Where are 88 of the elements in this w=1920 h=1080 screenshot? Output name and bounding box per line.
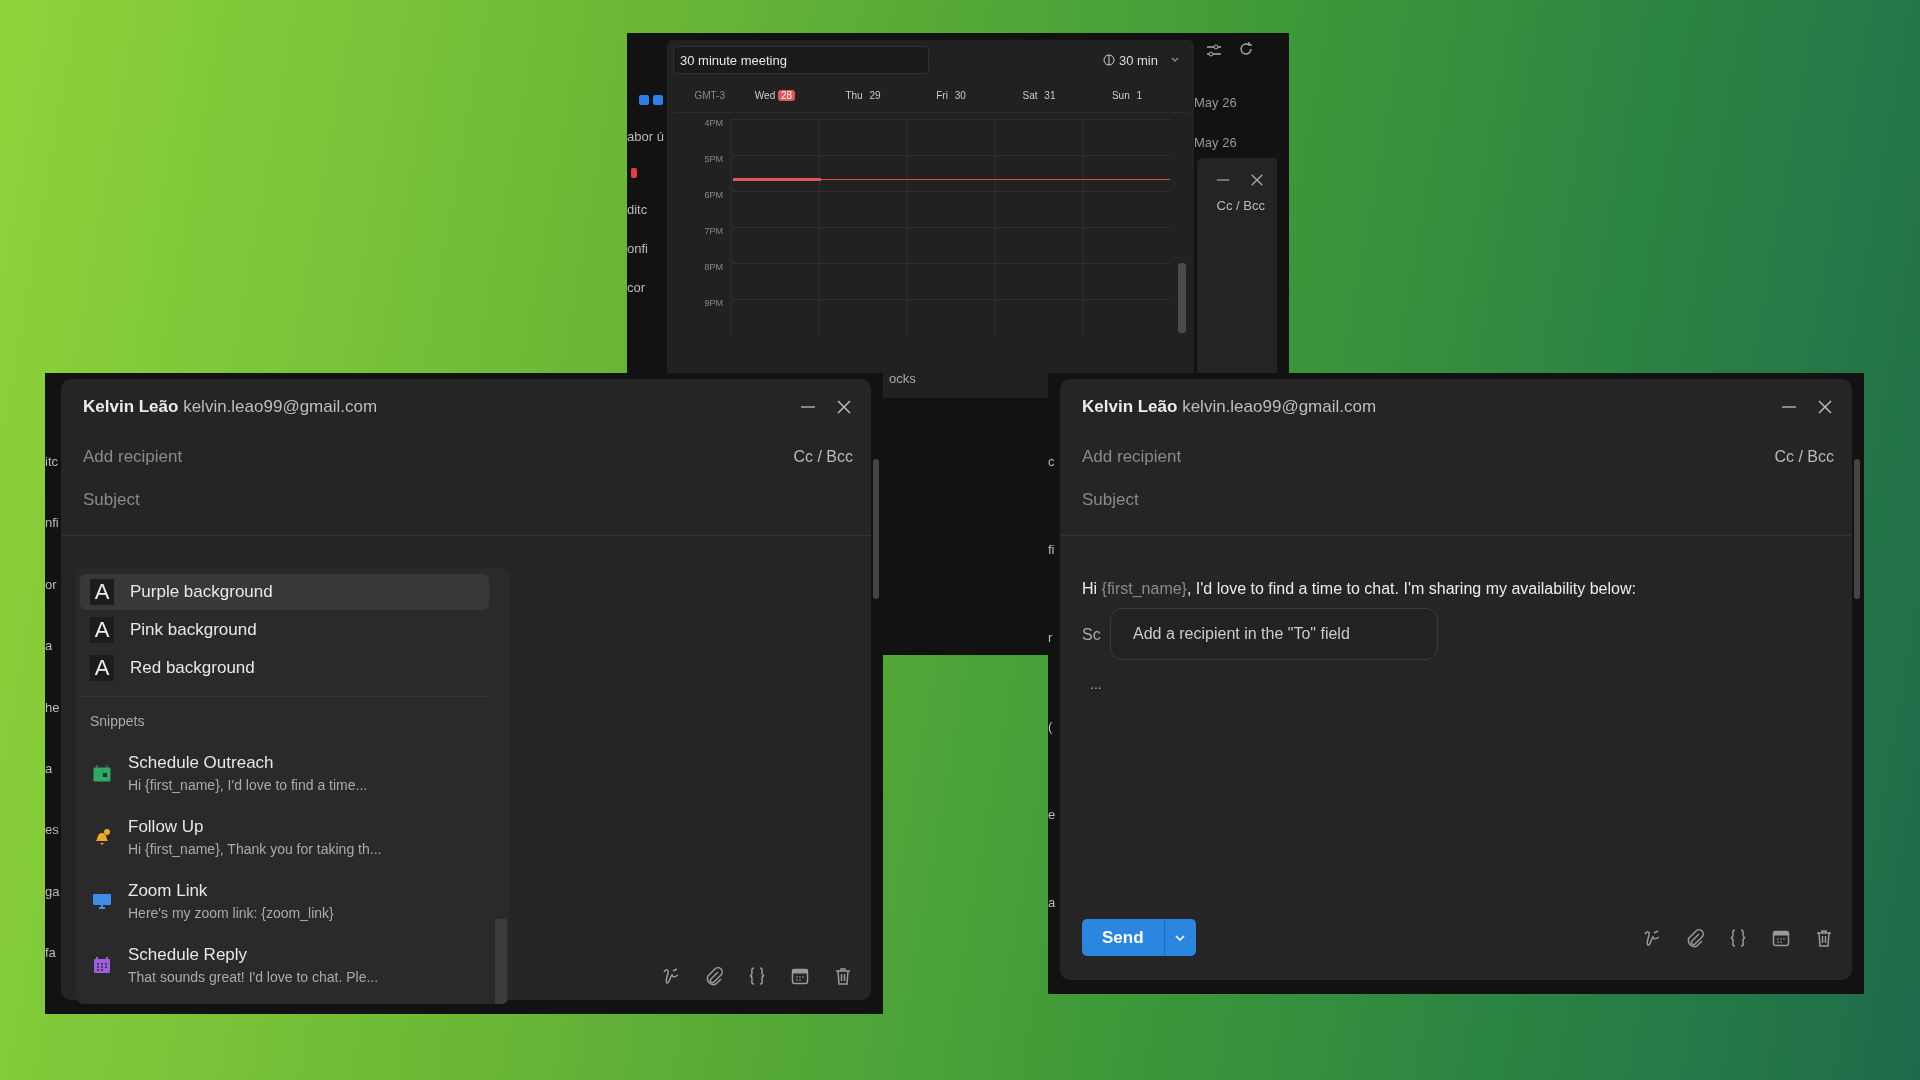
day-header: Sun 1 bbox=[1110, 89, 1144, 101]
snippet-title: Schedule Reply bbox=[128, 945, 249, 965]
text-fragment: or bbox=[45, 576, 58, 592]
hour-label: 8PM bbox=[703, 263, 724, 274]
snippet-item[interactable]: Follow Up Hi {first_name}, Thank you for taking th... bbox=[80, 805, 489, 869]
signature-icon[interactable] bbox=[1642, 927, 1662, 948]
text-fragment: a bbox=[45, 760, 54, 776]
ellipsis-text: ... bbox=[1089, 676, 1103, 692]
text-fragment: nfi bbox=[45, 515, 60, 531]
text-fragment: itc bbox=[45, 454, 59, 469]
recipient-field[interactable]: Add recipient bbox=[83, 446, 383, 467]
braces-icon[interactable] bbox=[747, 966, 767, 986]
date-text: May 26 bbox=[1194, 95, 1237, 110]
text-fragment: es bbox=[45, 822, 60, 838]
scrollbar-thumb[interactable] bbox=[1178, 263, 1186, 333]
duration-dropdown[interactable]: 30 min bbox=[1102, 52, 1188, 68]
text-fragment: Sc bbox=[1082, 626, 1101, 644]
text-fragment: ocks bbox=[889, 371, 916, 386]
snippet-preview: Hi {first_name}, Thank you for taking th... bbox=[128, 841, 382, 857]
trash-icon[interactable] bbox=[833, 966, 853, 986]
sender-line: Kelvin Leão kelvin.leao99@gmail.com bbox=[83, 397, 378, 417]
signature-icon[interactable] bbox=[661, 966, 681, 986]
snippet-item[interactable]: Schedule Outreach Hi {first_name}, I'd love to find a time... bbox=[80, 741, 489, 805]
text-fragment: a bbox=[1048, 894, 1057, 910]
menu-item[interactable]: A Red background bbox=[80, 650, 489, 686]
snippet-preview: Here's my zoom link: {zoom_link} bbox=[128, 905, 334, 921]
text-fragment: ( bbox=[1048, 718, 1054, 734]
calendar-icon[interactable] bbox=[790, 966, 810, 986]
timezone-label: GMT-3 bbox=[693, 89, 726, 101]
subject-field[interactable]: Subject bbox=[1082, 489, 1382, 510]
hour-label: 5PM bbox=[703, 155, 724, 166]
text-fragment: a bbox=[45, 638, 54, 654]
scrollbar-thumb[interactable] bbox=[1854, 459, 1860, 599]
text-fragment: ditc bbox=[627, 202, 649, 217]
clock-icon bbox=[1102, 54, 1115, 66]
send-button[interactable]: Send bbox=[1082, 919, 1164, 956]
cc-bcc-link[interactable]: Cc / Bcc bbox=[1774, 447, 1834, 466]
text-fragment: fa bbox=[45, 945, 57, 960]
text-fragment: ga bbox=[45, 883, 61, 899]
date-text: May 26 bbox=[1194, 135, 1237, 150]
day-header: Sat 31 bbox=[1021, 89, 1057, 101]
text-fragment: fi bbox=[1048, 542, 1056, 558]
hour-label: 4PM bbox=[703, 119, 724, 130]
close-icon[interactable] bbox=[1249, 172, 1265, 188]
meeting-title-field[interactable]: 30 minute meeting bbox=[673, 46, 929, 74]
tooltip: Add a recipient in the "To" field bbox=[1110, 608, 1438, 660]
paperclip-icon[interactable] bbox=[1685, 927, 1705, 948]
close-icon[interactable] bbox=[835, 398, 853, 416]
scrollbar-thumb[interactable] bbox=[495, 919, 507, 1004]
text-fragment: onfi bbox=[627, 241, 649, 256]
hour-label: 9PM bbox=[703, 299, 724, 310]
subject-field[interactable]: Subject bbox=[83, 489, 383, 510]
refresh-icon[interactable] bbox=[1238, 41, 1254, 57]
text-fragment: e bbox=[1048, 806, 1057, 822]
message-text: Hi {first_name}, I'd love to find a time to chat. I'm sharing my availability below: bbox=[1082, 580, 1637, 598]
braces-icon[interactable] bbox=[1728, 927, 1748, 948]
menu-item[interactable]: A Purple background bbox=[80, 574, 489, 610]
text-fragment: cor bbox=[627, 280, 647, 295]
text-fragment: r bbox=[1048, 630, 1054, 646]
day-header: Fri 30 bbox=[935, 89, 967, 101]
snippet-preview: That sounds great! I'd love to chat. Ple... bbox=[128, 969, 379, 985]
cc-bcc-link[interactable]: Cc / Bcc bbox=[1216, 198, 1265, 213]
snippet-item[interactable]: Schedule Reply That sounds great! I'd love to chat. Ple... bbox=[80, 933, 489, 997]
text-fragment: he bbox=[45, 699, 61, 715]
trash-icon[interactable] bbox=[1814, 927, 1834, 948]
close-icon[interactable] bbox=[1816, 398, 1834, 416]
letter-icon: A bbox=[90, 655, 114, 681]
text-fragment: c bbox=[1048, 454, 1056, 469]
hour-label: 7PM bbox=[703, 227, 724, 238]
snippet-preview: Hi {first_name}, I'd love to find a time... bbox=[128, 777, 368, 793]
section-heading: Snippets bbox=[89, 713, 146, 729]
snippet-title: Schedule Outreach bbox=[128, 753, 275, 773]
day-header: Wed 28 bbox=[731, 89, 819, 101]
day-header: Thu 29 bbox=[844, 89, 882, 101]
scrollbar-thumb[interactable] bbox=[873, 459, 879, 599]
menu-item[interactable]: A Pink background bbox=[80, 612, 489, 648]
text-fragment: abor ú bbox=[627, 129, 665, 144]
snippet-title: Zoom Link bbox=[128, 881, 209, 901]
hour-label: 6PM bbox=[703, 191, 724, 202]
recipient-field[interactable]: Add recipient bbox=[1082, 446, 1382, 467]
cc-bcc-link[interactable]: Cc / Bcc bbox=[793, 447, 853, 466]
letter-icon: A bbox=[90, 579, 114, 605]
snippet-title: Follow Up bbox=[128, 817, 205, 837]
letter-icon: A bbox=[90, 617, 114, 643]
paperclip-icon[interactable] bbox=[704, 966, 724, 986]
sender-line: Kelvin Leão kelvin.leao99@gmail.com bbox=[1082, 397, 1377, 417]
sliders-icon[interactable] bbox=[1206, 43, 1222, 59]
snippet-item[interactable]: Zoom Link Here's my zoom link: {zoom_link} bbox=[80, 869, 489, 933]
